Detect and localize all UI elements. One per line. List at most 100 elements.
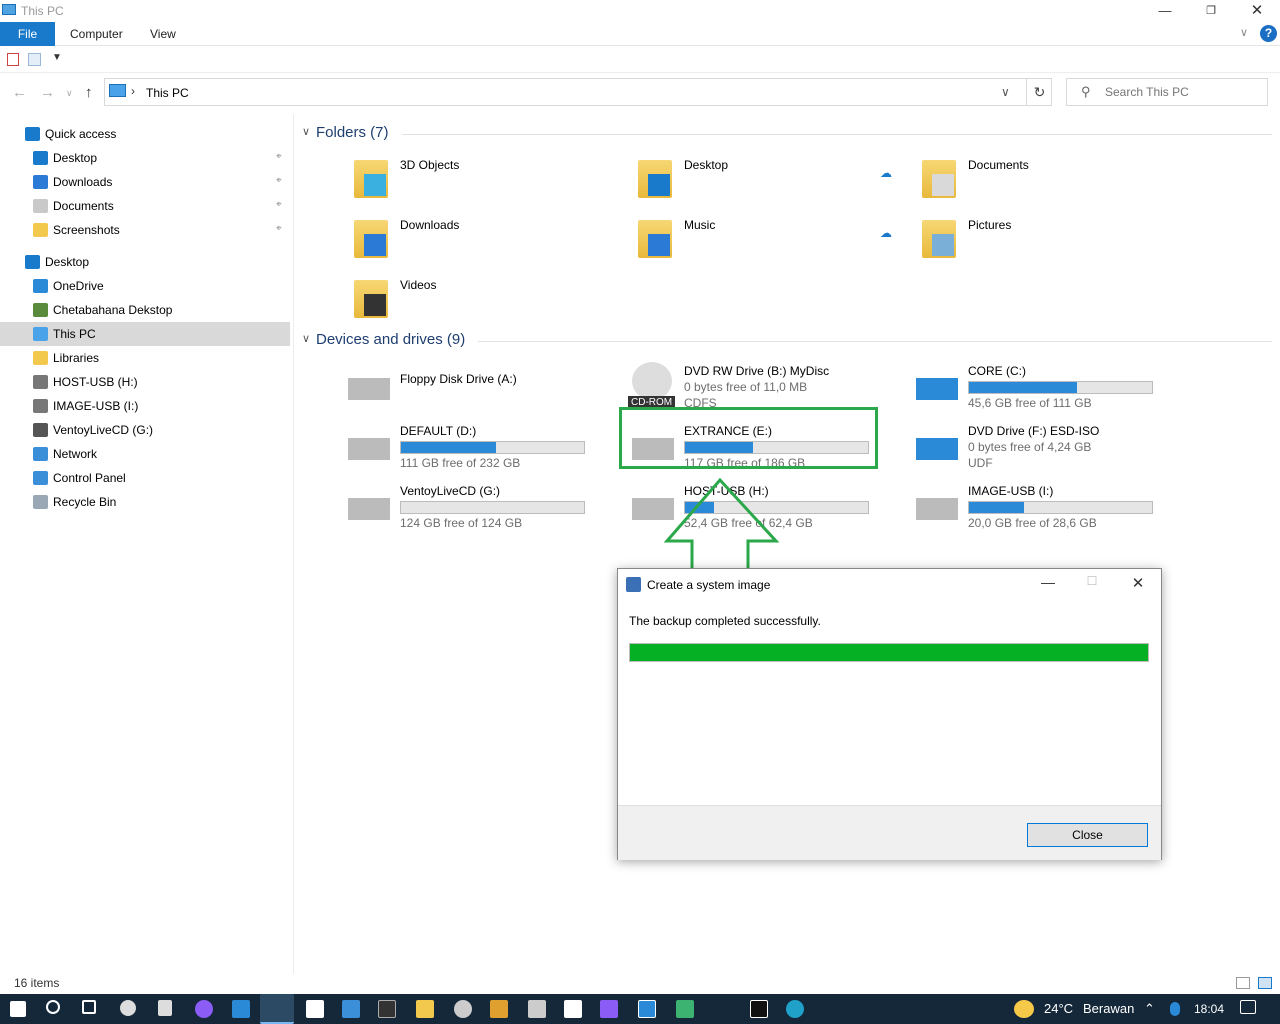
- start-icon[interactable]: [10, 1001, 26, 1017]
- folder-label: Videos: [400, 278, 437, 292]
- nav-header[interactable]: Quick access: [0, 122, 290, 146]
- remote-desktop-icon[interactable]: [342, 1000, 360, 1018]
- tab-computer[interactable]: Computer: [70, 22, 123, 46]
- search-icon[interactable]: [46, 1000, 60, 1014]
- dialog-minimize-button[interactable]: —: [1034, 574, 1062, 594]
- back-icon[interactable]: ←: [12, 84, 27, 101]
- sidebar-item-chetabahana-dekstop[interactable]: Chetabahana Dekstop: [0, 298, 290, 322]
- drive-item[interactable]: CORE (C:) 45,6 GB free of 111 GB: [916, 364, 1196, 420]
- display-icon[interactable]: [638, 1000, 656, 1018]
- highlight-box: [619, 407, 878, 469]
- terminal-icon[interactable]: [378, 1000, 396, 1018]
- file-explorer-icon[interactable]: [416, 1000, 434, 1018]
- sidebar-item-libraries[interactable]: Libraries: [0, 346, 290, 370]
- drive-item[interactable]: DVD Drive (F:) ESD-ISO 0 bytes free of 4,…: [916, 424, 1196, 480]
- folder-item[interactable]: Videos: [354, 272, 624, 326]
- git-icon[interactable]: [490, 1000, 508, 1018]
- search-box[interactable]: ⚲: [1066, 78, 1268, 106]
- sidebar-item-screenshots[interactable]: Screenshots ⌖: [0, 218, 290, 242]
- edge-icon[interactable]: [786, 1000, 804, 1018]
- desktop-icon: [33, 151, 48, 165]
- close-button[interactable]: Close: [1027, 823, 1148, 847]
- folder-item[interactable]: Downloads: [354, 212, 624, 266]
- chevron-down-icon[interactable]: ∨: [1001, 85, 1010, 99]
- github-icon[interactable]: [195, 1000, 213, 1018]
- sidebar-item-control-panel[interactable]: Control Panel: [0, 466, 290, 490]
- settings-icon[interactable]: [120, 1000, 136, 1016]
- drive-item[interactable]: VentoyLiveCD (G:) 124 GB free of 124 GB: [348, 484, 628, 540]
- security-icon[interactable]: [158, 1000, 172, 1016]
- properties-icon[interactable]: [7, 53, 19, 66]
- pin-icon[interactable]: ⌖: [276, 199, 282, 210]
- drive-item[interactable]: DEFAULT (D:) 111 GB free of 232 GB: [348, 424, 628, 480]
- pin-icon[interactable]: ⌖: [276, 175, 282, 186]
- chevron-up-icon[interactable]: ⌃: [1144, 1001, 1155, 1017]
- minimize-button[interactable]: —: [1142, 0, 1188, 22]
- search-icon: ⚲: [1081, 84, 1091, 99]
- sidebar-item-ventoylivecd-g[interactable]: VentoyLiveCD (G:): [0, 418, 290, 442]
- restore-button[interactable]: ❐: [1188, 0, 1234, 22]
- active-app-icon[interactable]: [260, 994, 294, 1024]
- sidebar-item-documents[interactable]: Documents ⌖: [0, 194, 290, 218]
- new-folder-icon[interactable]: [28, 53, 41, 66]
- chevron-down-icon[interactable]: ∨: [302, 125, 310, 138]
- folder-item[interactable]: 3D Objects: [354, 152, 624, 206]
- sidebar-item-this-pc[interactable]: This PC: [0, 322, 290, 346]
- folders-group-header[interactable]: ∨ Folders (7): [302, 123, 1272, 145]
- drive-item[interactable]: IMAGE-USB (I:) 20,0 GB free of 28,6 GB: [916, 484, 1196, 540]
- app-window-icon[interactable]: [306, 1000, 324, 1018]
- pycharm-icon[interactable]: [750, 1000, 768, 1018]
- ribbon-expand-icon[interactable]: ∨: [1240, 26, 1248, 39]
- search-input[interactable]: [1105, 83, 1261, 101]
- recent-locations-icon[interactable]: ∨: [66, 88, 73, 99]
- weather-icon[interactable]: [1014, 1000, 1034, 1018]
- customize-toolbar-icon[interactable]: ▼: [52, 52, 62, 63]
- nav-header[interactable]: Desktop: [0, 250, 290, 274]
- sidebar-item-label: VentoyLiveCD (G:): [53, 423, 154, 437]
- folder-item[interactable]: Desktop ☁: [638, 152, 908, 206]
- drive-name: IMAGE-USB (I:): [968, 484, 1054, 498]
- folder-badge-icon: [364, 174, 386, 196]
- clock[interactable]: 18:04: [1194, 1002, 1224, 1016]
- folder-item[interactable]: Documents: [922, 152, 1192, 206]
- drives-group-header[interactable]: ∨ Devices and drives (9): [302, 330, 1272, 352]
- sidebar-item-host-usb-h[interactable]: HOST-USB (H:): [0, 370, 290, 394]
- refresh-button[interactable]: ↻: [1026, 79, 1052, 105]
- breadcrumb-chevron-icon[interactable]: ›: [131, 84, 135, 98]
- sidebar-item-onedrive[interactable]: OneDrive: [0, 274, 290, 298]
- help-icon[interactable]: ?: [1260, 25, 1277, 42]
- temperature[interactable]: 24°C: [1044, 1001, 1073, 1016]
- task-view-icon[interactable]: [82, 1000, 96, 1014]
- device-manager-icon[interactable]: [528, 1000, 546, 1018]
- bluetooth-icon[interactable]: [1170, 1002, 1180, 1016]
- tab-view[interactable]: View: [150, 22, 176, 46]
- folder-item[interactable]: Music ☁: [638, 212, 908, 266]
- folder-item[interactable]: Pictures: [922, 212, 1192, 266]
- sidebar-item-network[interactable]: Network: [0, 442, 290, 466]
- tab-file[interactable]: File: [0, 22, 55, 46]
- close-window-button[interactable]: ✕: [1234, 0, 1280, 22]
- app-icon[interactable]: [454, 1000, 472, 1018]
- mail-icon[interactable]: [232, 1000, 250, 1018]
- pin-icon[interactable]: ⌖: [276, 223, 282, 234]
- sidebar-item-desktop[interactable]: Desktop ⌖: [0, 146, 290, 170]
- chevron-down-icon[interactable]: ∨: [302, 332, 310, 345]
- weather-text[interactable]: Berawan: [1083, 1001, 1134, 1016]
- pin-icon[interactable]: ⌖: [276, 151, 282, 162]
- up-icon[interactable]: ↑: [85, 84, 93, 101]
- dialog-close-icon[interactable]: ✕: [1124, 574, 1152, 594]
- sidebar-item-recycle-bin[interactable]: Recycle Bin: [0, 490, 290, 514]
- details-view-icon[interactable]: [1236, 977, 1250, 989]
- notification-icon[interactable]: [1240, 1000, 1256, 1014]
- address-bar[interactable]: › This PC ∨ ↻: [104, 78, 1052, 106]
- store-icon[interactable]: [564, 1000, 582, 1018]
- sidebar-item-downloads[interactable]: Downloads ⌖: [0, 170, 290, 194]
- visual-studio-icon[interactable]: [600, 1000, 618, 1018]
- large-icons-view-icon[interactable]: [1258, 977, 1272, 989]
- breadcrumb[interactable]: This PC: [146, 86, 189, 100]
- forward-icon[interactable]: →: [40, 84, 55, 101]
- spreadsheet-icon[interactable]: [676, 1000, 694, 1018]
- sidebar-item-image-usb-i[interactable]: IMAGE-USB (I:): [0, 394, 290, 418]
- drive-icon: [33, 399, 48, 413]
- drive-item[interactable]: Floppy Disk Drive (A:): [348, 364, 628, 420]
